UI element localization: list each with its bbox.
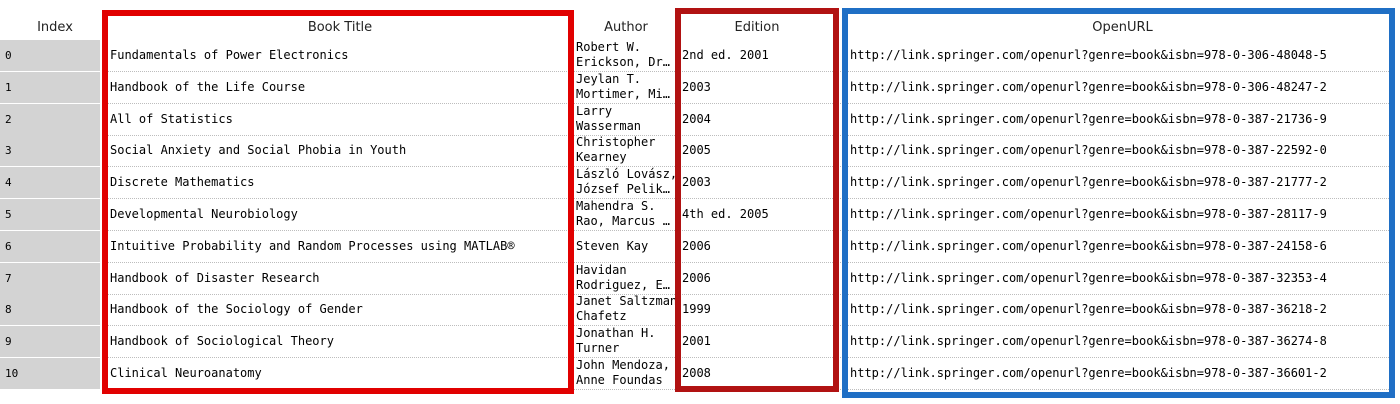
cell-book-title[interactable]: Handbook of the Sociology of Gender (110, 294, 570, 325)
row-divider (105, 389, 1395, 390)
cell-author[interactable]: Jeylan T. Mortimer, Mi… (576, 72, 676, 103)
cell-author[interactable]: Steven Kay (576, 231, 676, 262)
cell-edition[interactable]: 2003 (682, 72, 832, 103)
cell-book-title[interactable]: Fundamentals of Power Electronics (110, 40, 570, 71)
table-row[interactable]: 6 Intuitive Probability and Random Proces… (0, 230, 1400, 263)
table-row[interactable]: 3 Social Anxiety and Social Phobia in You… (0, 135, 1400, 168)
header-index[interactable]: Index (0, 14, 110, 40)
author-line: László Lovász, (576, 167, 676, 182)
cell-openurl[interactable]: http://link.springer.com/openurl?genre=b… (850, 72, 1395, 103)
author-line: Havidan (576, 262, 627, 277)
cell-author[interactable]: László Lovász, József Pelik… (576, 167, 676, 198)
author-line: Mahendra S. (576, 199, 656, 213)
author-line: József Pelik… (576, 182, 670, 197)
cell-book-title[interactable]: Intuitive Probability and Random Process… (110, 231, 570, 262)
table-row[interactable]: 9 Handbook of Sociological Theory Jonathan… (0, 326, 1400, 359)
cell-author[interactable]: Jonathan H. Turner (576, 326, 676, 357)
cell-edition[interactable]: 2005 (682, 135, 832, 166)
cell-book-title[interactable]: Handbook of Disaster Research (110, 263, 570, 294)
author-line: Kearney (576, 150, 627, 165)
cell-author[interactable]: Christopher Kearney (576, 135, 676, 166)
table-row[interactable]: 0 Fundamentals of Power Electronics Robert… (0, 40, 1400, 72)
author-line: Jeylan T. (576, 71, 642, 86)
cell-author[interactable]: Mahendra S. Rao, Marcus … (576, 199, 676, 230)
cell-index[interactable]: 10 (0, 358, 100, 389)
cell-openurl[interactable]: http://link.springer.com/openurl?genre=b… (850, 231, 1395, 262)
cell-openurl[interactable]: http://link.springer.com/openurl?genre=b… (850, 326, 1395, 357)
cell-author[interactable]: Robert W. Erickson, Dr… (576, 40, 676, 71)
cell-author[interactable]: Larry Wasserman (576, 104, 676, 135)
author-line: Christopher (576, 135, 656, 150)
author-line: John Mendoza, (576, 358, 670, 372)
author-line: Robert W. (576, 40, 642, 54)
table-row[interactable]: 1 Handbook of the Life Course Jeylan T. Mor… (0, 71, 1400, 104)
cell-openurl[interactable]: http://link.springer.com/openurl?genre=b… (850, 40, 1395, 71)
cell-edition[interactable]: 2008 (682, 358, 832, 389)
author-line: Janet Saltzman (576, 294, 676, 309)
author-line: Larry (576, 103, 613, 118)
table-row[interactable]: 10 Clinical Neuroanatomy John Mendoza, Anne… (0, 358, 1400, 390)
cell-index[interactable]: 4 (0, 167, 100, 199)
cell-openurl[interactable]: http://link.springer.com/openurl?genre=b… (850, 199, 1395, 230)
author-line: Erickson, Dr… (576, 55, 670, 69)
cell-edition[interactable]: 2006 (682, 231, 832, 262)
cell-book-title[interactable]: Social Anxiety and Social Phobia in Yout… (110, 135, 570, 166)
table-row[interactable]: 8 Handbook of the Sociology of Gender Jane… (0, 294, 1400, 327)
cell-edition[interactable]: 2006 (682, 263, 832, 294)
cell-edition[interactable]: 4th ed. 2005 (682, 199, 832, 230)
author-line: Rao, Marcus … (576, 214, 670, 228)
table-row[interactable]: 2 All of Statistics Larry Wasserman 2004 http… (0, 103, 1400, 136)
cell-book-title[interactable]: Developmental Neurobiology (110, 199, 570, 230)
cell-book-title[interactable]: All of Statistics (110, 104, 570, 135)
cell-openurl[interactable]: http://link.springer.com/openurl?genre=b… (850, 263, 1395, 294)
table-row[interactable]: 4 Discrete Mathematics László Lovász, Józse… (0, 167, 1400, 200)
header-openurl[interactable]: OpenURL (850, 14, 1395, 40)
cell-index[interactable]: 0 (0, 40, 100, 71)
cell-edition[interactable]: 1999 (682, 294, 832, 325)
cell-index[interactable]: 6 (0, 230, 100, 262)
cell-author[interactable]: Havidan Rodriguez, E… (576, 263, 676, 294)
cell-index[interactable]: 7 (0, 262, 100, 294)
author-line: Chafetz (576, 309, 627, 324)
author-line: Wasserman (576, 118, 642, 133)
cell-index[interactable]: 5 (0, 199, 100, 230)
header-author[interactable]: Author (576, 14, 676, 40)
table-row[interactable]: 5 Developmental Neurobiology Mahendra S. Ra… (0, 199, 1400, 231)
cell-openurl[interactable]: http://link.springer.com/openurl?genre=b… (850, 294, 1395, 325)
cell-author[interactable]: Janet Saltzman Chafetz (576, 294, 676, 325)
cell-openurl[interactable]: http://link.springer.com/openurl?genre=b… (850, 104, 1395, 135)
cell-book-title[interactable]: Discrete Mathematics (110, 167, 570, 198)
cell-edition[interactable]: 2001 (682, 326, 832, 357)
cell-edition[interactable]: 2nd ed. 2001 (682, 40, 832, 71)
header-book-title[interactable]: Book Title (110, 14, 570, 40)
cell-edition[interactable]: 2003 (682, 167, 832, 198)
cell-book-title[interactable]: Handbook of Sociological Theory (110, 326, 570, 357)
header-edition[interactable]: Edition (682, 14, 832, 40)
cell-index[interactable]: 2 (0, 103, 100, 135)
cell-edition[interactable]: 2004 (682, 104, 832, 135)
author-line: Jonathan H. (576, 326, 656, 341)
cell-book-title[interactable]: Handbook of the Life Course (110, 72, 570, 103)
cell-openurl[interactable]: http://link.springer.com/openurl?genre=b… (850, 358, 1395, 389)
cell-index[interactable]: 9 (0, 326, 100, 358)
cell-author[interactable]: John Mendoza, Anne Foundas (576, 358, 676, 389)
author-line: Anne Foundas (576, 373, 663, 387)
cell-openurl[interactable]: http://link.springer.com/openurl?genre=b… (850, 135, 1395, 166)
author-line: Turner (576, 341, 620, 356)
cell-index[interactable]: 1 (0, 71, 100, 103)
dataframe-table: Index Book Title Author Edition OpenURL … (0, 0, 1400, 404)
author-line: Rodriguez, E… (576, 277, 670, 292)
cell-book-title[interactable]: Clinical Neuroanatomy (110, 358, 570, 389)
author-line: Mortimer, Mi… (576, 86, 670, 101)
cell-index[interactable]: 8 (0, 294, 100, 326)
table-row[interactable]: 7 Handbook of Disaster Research Havidan Rod… (0, 262, 1400, 295)
cell-openurl[interactable]: http://link.springer.com/openurl?genre=b… (850, 167, 1395, 198)
cell-index[interactable]: 3 (0, 135, 100, 167)
author-line: Steven Kay (576, 238, 649, 253)
